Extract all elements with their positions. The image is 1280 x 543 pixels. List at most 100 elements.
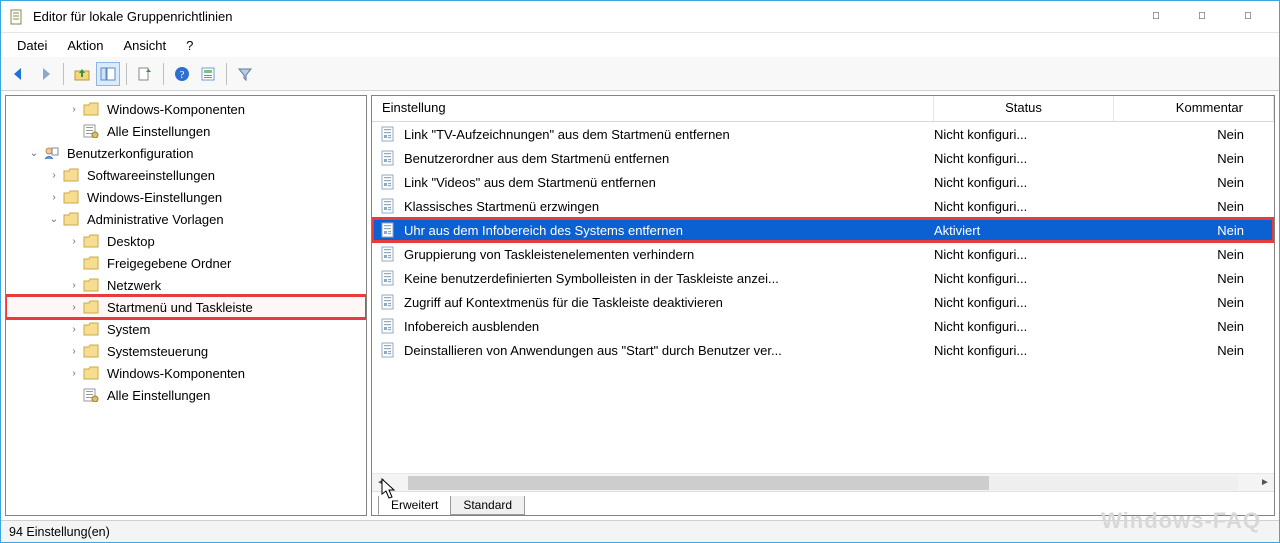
row-status-text: Nicht konfiguri... <box>934 319 1114 334</box>
user-config-icon <box>42 145 60 161</box>
svg-text:?: ? <box>180 69 185 81</box>
properties-button[interactable] <box>196 62 220 86</box>
row-comment-text: Nein <box>1114 319 1274 334</box>
folder-icon <box>82 255 100 271</box>
scroll-thumb[interactable] <box>408 476 989 490</box>
column-header-comment[interactable]: Kommentar <box>1114 96 1274 121</box>
back-button[interactable] <box>7 62 31 86</box>
tree-item-administrative-vorlagen[interactable]: ⌄Administrative Vorlagen <box>6 208 366 230</box>
expander-closed-icon[interactable]: › <box>66 280 82 291</box>
row-comment-text: Nein <box>1114 271 1274 286</box>
row-status-text: Nicht konfiguri... <box>934 343 1114 358</box>
row-status-text: Nicht konfiguri... <box>934 199 1114 214</box>
expander-closed-icon[interactable]: › <box>46 170 62 181</box>
menu-help[interactable]: ? <box>178 36 201 55</box>
list-row[interactable]: Gruppierung von Taskleistenelementen ver… <box>372 242 1274 266</box>
row-status-text: Nicht konfiguri... <box>934 295 1114 310</box>
policy-icon <box>380 342 398 358</box>
tree-item-softwareeinstellungen[interactable]: › Softwareeinstellungen <box>6 164 366 186</box>
list-row[interactable]: Link "TV-Aufzeichnungen" aus dem Startme… <box>372 122 1274 146</box>
expander-open-icon[interactable]: ⌄ <box>26 148 42 159</box>
horizontal-scrollbar[interactable]: ◄ ► <box>372 473 1274 491</box>
list-body[interactable]: Link "TV-Aufzeichnungen" aus dem Startme… <box>372 122 1274 473</box>
policy-icon <box>380 198 398 214</box>
list-row[interactable]: Zugriff auf Kontextmenüs für die Tasklei… <box>372 290 1274 314</box>
show-tree-button[interactable] <box>96 62 120 86</box>
close-button[interactable]:  <box>1225 2 1271 32</box>
tree-item-alle-einstellungen[interactable]: Alle Einstellungen <box>6 120 366 142</box>
tree-item-label: Softwareeinstellungen <box>84 167 218 184</box>
maximize-button[interactable]:  <box>1179 2 1225 32</box>
scroll-right-icon[interactable]: ► <box>1256 477 1274 488</box>
tab-standard[interactable]: Standard <box>450 496 525 515</box>
list-row[interactable]: Keine benutzerdefinierten Symbolleisten … <box>372 266 1274 290</box>
forward-button[interactable] <box>33 62 57 86</box>
tree-item-startmen-und-taskleiste[interactable]: ›Startmenü und Taskleiste <box>6 296 366 318</box>
folder-icon <box>62 211 80 227</box>
column-header-setting[interactable]: Einstellung <box>372 96 934 121</box>
row-comment-text: Nein <box>1114 199 1274 214</box>
policy-icon <box>380 318 398 334</box>
scroll-left-icon[interactable]: ◄ <box>372 477 390 488</box>
tree-pane[interactable]: ›Windows-KomponentenAlle Einstellungen⌄B… <box>5 95 367 516</box>
tree-item-systemsteuerung[interactable]: ›Systemsteuerung <box>6 340 366 362</box>
row-comment-text: Nein <box>1114 175 1274 190</box>
tree-item-netzwerk[interactable]: ›Netzwerk <box>6 274 366 296</box>
list-row[interactable]: Uhr aus dem Infobereich des Systems entf… <box>372 218 1274 242</box>
row-setting-text: Link "TV-Aufzeichnungen" aus dem Startme… <box>404 127 934 142</box>
folder-icon <box>82 101 100 117</box>
policy-icon <box>380 294 398 310</box>
minimize-button[interactable]:  <box>1133 2 1179 32</box>
expander-closed-icon[interactable]: › <box>66 236 82 247</box>
row-setting-text: Benutzerordner aus dem Startmenü entfern… <box>404 151 934 166</box>
tree-item-alle-einstellungen[interactable]: Alle Einstellungen <box>6 384 366 406</box>
tree-item-label: Windows-Komponenten <box>104 365 248 382</box>
list-row[interactable]: Link "Videos" aus dem Startmenü entferne… <box>372 170 1274 194</box>
row-comment-text: Nein <box>1114 295 1274 310</box>
list-row[interactable]: Benutzerordner aus dem Startmenü entfern… <box>372 146 1274 170</box>
tree-item-label: Windows-Komponenten <box>104 101 248 118</box>
expander-closed-icon[interactable]: › <box>66 368 82 379</box>
folder-icon <box>62 167 80 183</box>
folder-icon <box>82 233 100 249</box>
expander-closed-icon[interactable]: › <box>46 192 62 203</box>
menu-datei[interactable]: Datei <box>9 36 55 55</box>
app-icon <box>9 9 25 25</box>
filter-button[interactable] <box>233 62 257 86</box>
row-setting-text: Gruppierung von Taskleistenelementen ver… <box>404 247 934 262</box>
list-header: Einstellung Status Kommentar <box>372 96 1274 122</box>
menu-aktion[interactable]: Aktion <box>59 36 111 55</box>
row-setting-text: Infobereich ausblenden <box>404 319 934 334</box>
policy-icon <box>380 222 398 238</box>
menu-ansicht[interactable]: Ansicht <box>116 36 175 55</box>
folder-icon <box>82 299 100 315</box>
expander-open-icon[interactable]: ⌄ <box>46 214 62 225</box>
help-button[interactable]: ? <box>170 62 194 86</box>
expander-closed-icon[interactable]: › <box>66 302 82 313</box>
up-folder-button[interactable] <box>70 62 94 86</box>
settings-icon <box>82 387 100 403</box>
tab-erweitert[interactable]: Erweitert <box>378 496 451 515</box>
expander-closed-icon[interactable]: › <box>66 346 82 357</box>
column-header-status[interactable]: Status <box>934 96 1114 121</box>
policy-icon <box>380 126 398 142</box>
list-row[interactable]: Infobereich ausblendenNicht konfiguri...… <box>372 314 1274 338</box>
row-status-text: Nicht konfiguri... <box>934 151 1114 166</box>
tree-item-windows-einstellungen[interactable]: ›Windows-Einstellungen <box>6 186 366 208</box>
export-list-button[interactable] <box>133 62 157 86</box>
row-comment-text: Nein <box>1114 223 1274 238</box>
list-row[interactable]: Deinstallieren von Anwendungen aus "Star… <box>372 338 1274 362</box>
tree-item-system[interactable]: ›System <box>6 318 366 340</box>
tree-item-label: Freigegebene Ordner <box>104 255 234 272</box>
expander-closed-icon[interactable]: › <box>66 324 82 335</box>
tree-item-label: Alle Einstellungen <box>104 387 213 404</box>
tree-item-benutzerkonfiguration[interactable]: ⌄Benutzerkonfiguration <box>6 142 366 164</box>
expander-closed-icon[interactable]: › <box>66 104 82 115</box>
tree-item-windows-komponenten[interactable]: › Windows-Komponenten <box>6 362 366 384</box>
folder-icon <box>62 189 80 205</box>
tree-item-desktop[interactable]: ›Desktop <box>6 230 366 252</box>
list-row[interactable]: Klassisches Startmenü erzwingenNicht kon… <box>372 194 1274 218</box>
tree-item-freigegebene-ordner[interactable]: Freigegebene Ordner <box>6 252 366 274</box>
tree-item-windows-komponenten[interactable]: › Windows-Komponenten <box>6 98 366 120</box>
policy-icon <box>380 246 398 262</box>
